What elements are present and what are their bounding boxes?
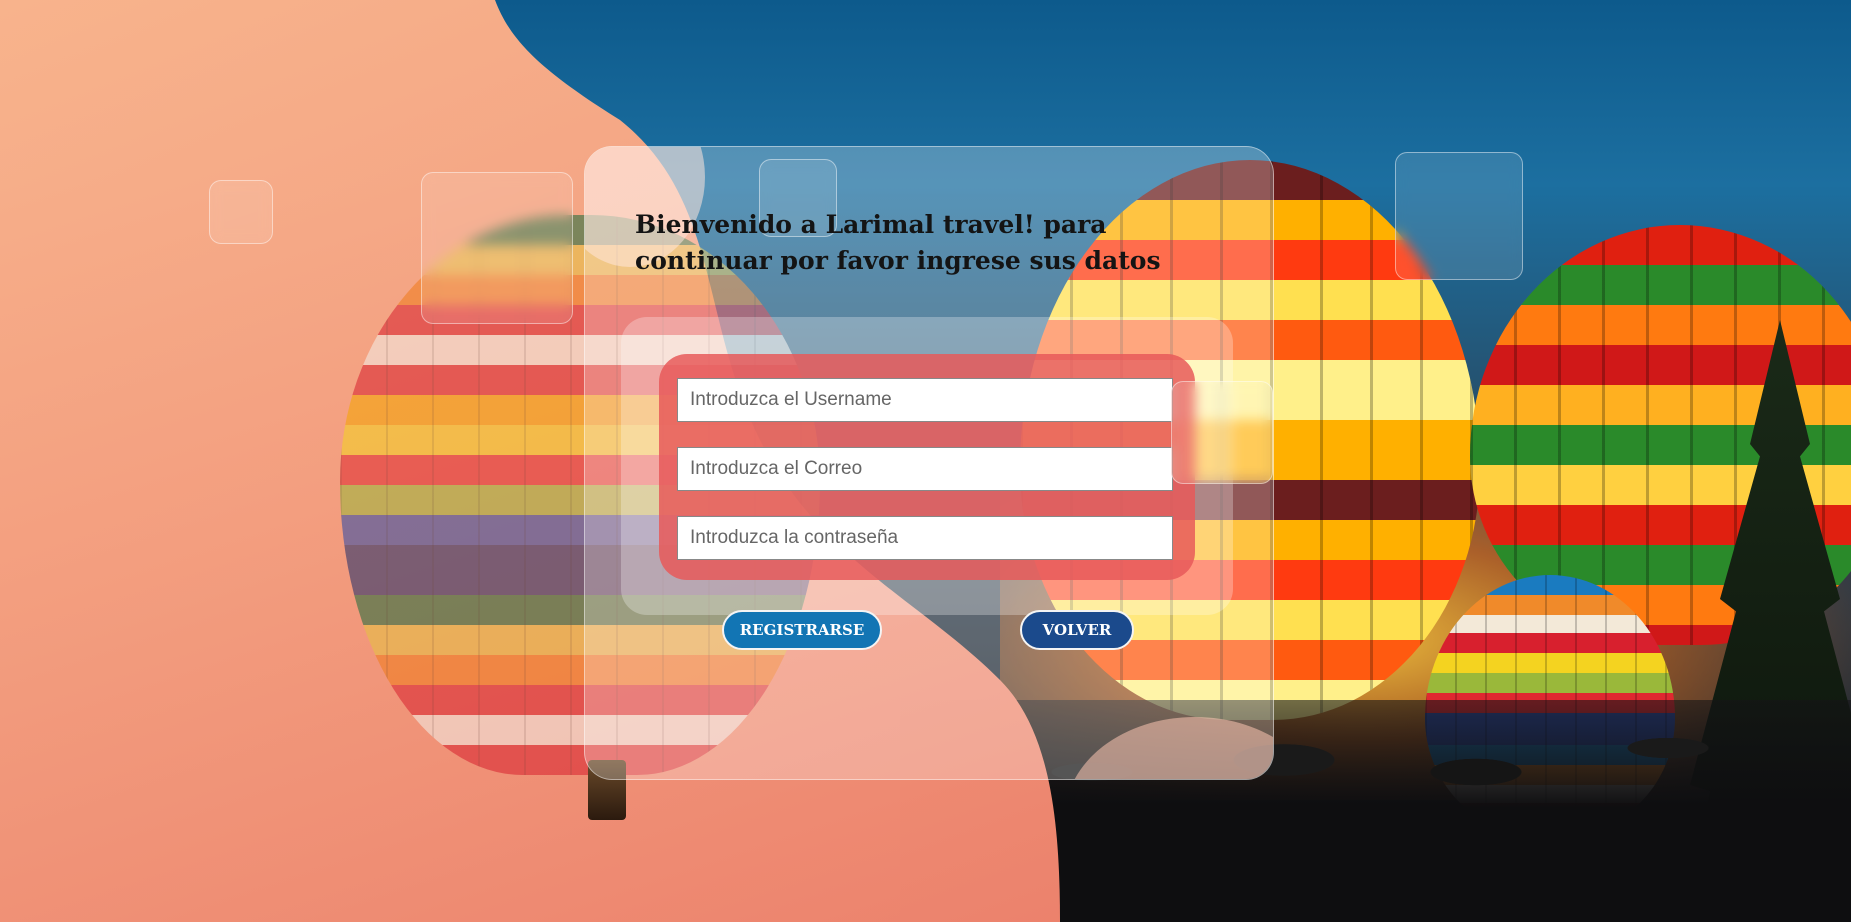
- email-input[interactable]: [677, 447, 1173, 491]
- decorative-circle: [1065, 717, 1273, 779]
- glass-square: [421, 172, 573, 324]
- page-title: Bienvenido a Larimal travel! para contin…: [635, 210, 1161, 275]
- register-button[interactable]: REGISTRARSE: [722, 610, 882, 650]
- password-input[interactable]: [677, 516, 1173, 560]
- login-screen: Bienvenido a Larimal travel! para contin…: [0, 0, 1851, 922]
- back-button[interactable]: VOLVER: [1020, 610, 1134, 650]
- username-input[interactable]: [677, 378, 1173, 422]
- glass-square: [1395, 152, 1523, 280]
- glass-square: [1171, 381, 1273, 484]
- glass-square: [209, 180, 273, 244]
